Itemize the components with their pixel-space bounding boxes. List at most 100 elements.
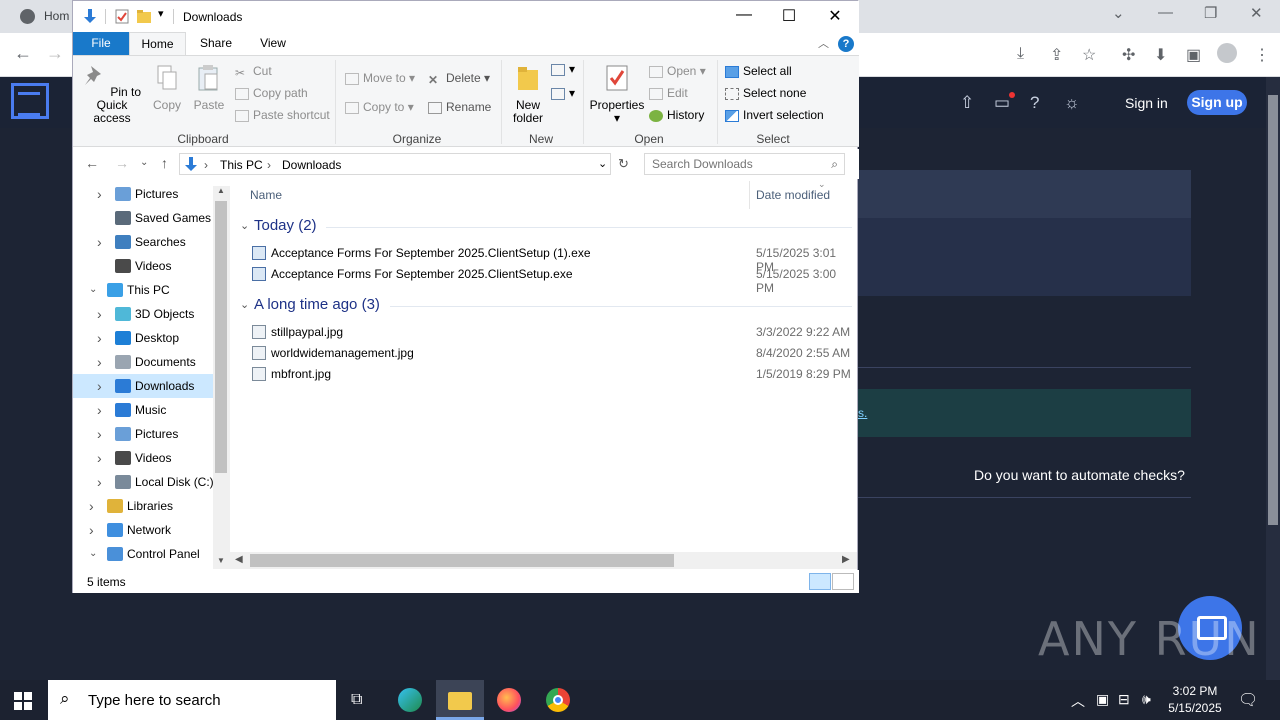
- page-scrollbar-thumb[interactable]: [1268, 95, 1278, 525]
- pin-quick-access-button[interactable]: Pin to Quick access: [79, 64, 145, 125]
- breadcrumb-downloads[interactable]: Downloads: [282, 158, 341, 172]
- rename-button[interactable]: Rename: [428, 100, 491, 114]
- file-row[interactable]: stillpaypal.jpg 3/3/2022 9:22 AM: [250, 322, 855, 343]
- show-hidden-icons-icon[interactable]: ︿: [1071, 691, 1085, 711]
- column-header-name[interactable]: Name: [250, 188, 282, 202]
- address-dropdown-icon[interactable]: ⌄: [598, 157, 607, 170]
- tab-search-icon[interactable]: ⌄: [1112, 4, 1125, 22]
- group-heading[interactable]: A long time ago (3): [254, 296, 380, 313]
- tab-share[interactable]: Share: [191, 32, 241, 55]
- new-item-button[interactable]: ▾: [551, 62, 575, 76]
- paste-shortcut-button[interactable]: Paste shortcut: [235, 108, 330, 122]
- column-divider[interactable]: [749, 181, 750, 209]
- nav-item-libraries[interactable]: › Libraries: [73, 494, 213, 518]
- nav-item-searches[interactable]: › Searches: [73, 230, 213, 254]
- copy-path-button[interactable]: Copy path: [235, 86, 308, 100]
- taskbar-clock[interactable]: 3:02 PM 5/15/2025: [1162, 683, 1228, 717]
- horizontal-scrollbar-thumb[interactable]: [250, 554, 674, 567]
- upload-icon[interactable]: ⇧: [960, 93, 974, 113]
- properties-button[interactable]: Properties ▾: [589, 64, 645, 125]
- nav-item-control-panel[interactable]: ⌄ Control Panel: [73, 542, 213, 566]
- chevron-right-icon[interactable]: ›: [97, 326, 102, 350]
- network-icon[interactable]: ⊟: [1118, 691, 1130, 708]
- file-row[interactable]: Acceptance Forms For September 2025.Clie…: [250, 264, 855, 295]
- browser-tab-title[interactable]: Hom: [44, 9, 69, 23]
- chrome-app-button[interactable]: [534, 680, 582, 720]
- browser-back-button[interactable]: ←: [14, 43, 32, 64]
- downloads-icon[interactable]: ⬇: [1154, 45, 1167, 65]
- nav-scroll-up-icon[interactable]: ▲: [217, 186, 225, 195]
- column-header-date-modified[interactable]: Date modified: [756, 188, 830, 202]
- nav-item-this-pc[interactable]: ⌄ This PC: [73, 278, 213, 302]
- search-icon[interactable]: ⌕: [831, 157, 838, 172]
- help-icon[interactable]: ?: [838, 36, 854, 52]
- delete-button[interactable]: ✕ Delete ▾: [428, 71, 490, 87]
- chevron-right-icon[interactable]: ›: [97, 398, 102, 422]
- search-input[interactable]: [645, 154, 815, 174]
- copy-button[interactable]: Copy: [149, 64, 185, 112]
- move-to-button[interactable]: Move to ▾: [345, 71, 415, 85]
- nav-item-network[interactable]: › Network: [73, 518, 213, 542]
- notice-link[interactable]: s.: [858, 406, 867, 420]
- recent-locations-button[interactable]: ⌄: [140, 157, 148, 168]
- large-icons-view-button[interactable]: [832, 573, 854, 590]
- browser-restore-button[interactable]: ❐: [1204, 4, 1217, 22]
- browser-menu-icon[interactable]: ⋮: [1254, 45, 1270, 65]
- chevron-right-icon[interactable]: ›: [89, 494, 94, 518]
- back-button[interactable]: ←: [85, 155, 99, 171]
- firefox-app-button[interactable]: [485, 680, 533, 720]
- notifications-icon[interactable]: ▭: [994, 93, 1010, 113]
- browser-forward-button[interactable]: →: [46, 43, 64, 64]
- file-explorer-app-button[interactable]: [436, 680, 484, 720]
- chevron-right-icon[interactable]: ›: [97, 182, 102, 206]
- network-device-icon[interactable]: ▣: [1096, 691, 1109, 708]
- details-view-button[interactable]: [809, 573, 831, 590]
- history-button[interactable]: History: [649, 108, 704, 122]
- browser-close-button[interactable]: ✕: [1250, 4, 1263, 22]
- side-panel-icon[interactable]: ▣: [1186, 45, 1201, 65]
- chevron-right-icon[interactable]: ›: [89, 518, 94, 542]
- task-view-button[interactable]: ⧉: [336, 680, 384, 720]
- edge-app-button[interactable]: [386, 680, 434, 720]
- scroll-left-icon[interactable]: ◀: [235, 554, 243, 565]
- chevron-down-icon[interactable]: ⌄: [89, 542, 97, 566]
- site-logo-icon[interactable]: [11, 83, 49, 119]
- group-collapse-icon[interactable]: ⌄: [240, 219, 249, 232]
- up-button[interactable]: ↑: [161, 155, 168, 171]
- nav-item-documents[interactable]: › Documents: [73, 350, 213, 374]
- file-row[interactable]: mbfront.jpg 1/5/2019 8:29 PM: [250, 364, 855, 385]
- edit-button[interactable]: Edit: [649, 86, 688, 100]
- share-icon[interactable]: ⇪: [1050, 45, 1063, 65]
- bookmark-star-icon[interactable]: ☆: [1082, 45, 1096, 65]
- nav-scrollbar-thumb[interactable]: [215, 201, 227, 473]
- new-folder-icon[interactable]: [137, 9, 151, 24]
- collapse-ribbon-icon[interactable]: ︿: [818, 35, 829, 51]
- tab-file[interactable]: File: [73, 32, 129, 55]
- help-icon[interactable]: ?: [1030, 93, 1039, 113]
- volume-icon[interactable]: 🕪: [1142, 691, 1151, 708]
- nav-item-pictures[interactable]: › Pictures: [73, 182, 213, 206]
- windows-start-icon[interactable]: [14, 692, 32, 710]
- nav-item-downloads[interactable]: › Downloads: [73, 374, 213, 398]
- file-row[interactable]: worldwidemanagement.jpg 8/4/2020 2:55 AM: [250, 343, 855, 364]
- maximize-button[interactable]: ☐: [766, 6, 812, 26]
- nav-scroll-down-icon[interactable]: ▼: [217, 556, 225, 565]
- sign-up-button[interactable]: Sign up: [1187, 90, 1247, 115]
- nav-item-videos[interactable]: Videos: [73, 254, 213, 278]
- browser-minimize-button[interactable]: —: [1158, 4, 1173, 21]
- properties-check-icon[interactable]: [115, 9, 129, 24]
- breadcrumb-this-pc[interactable]: This PC: [220, 158, 263, 172]
- open-button[interactable]: Open ▾: [649, 64, 706, 78]
- close-button[interactable]: ✕: [812, 6, 858, 26]
- scroll-right-icon[interactable]: ▶: [842, 554, 850, 565]
- nav-item-videos[interactable]: › Videos: [73, 446, 213, 470]
- theme-toggle-icon[interactable]: ☼: [1064, 93, 1080, 113]
- group-heading[interactable]: Today (2): [254, 217, 317, 234]
- sign-in-link[interactable]: Sign in: [1125, 95, 1168, 111]
- nav-item-pictures[interactable]: › Pictures: [73, 422, 213, 446]
- copy-to-button[interactable]: Copy to ▾: [345, 100, 414, 114]
- chevron-right-icon[interactable]: ›: [97, 374, 102, 398]
- chevron-right-icon[interactable]: ›: [97, 470, 102, 494]
- invert-selection-button[interactable]: Invert selection: [725, 108, 824, 122]
- nav-item-3d-objects[interactable]: › 3D Objects: [73, 302, 213, 326]
